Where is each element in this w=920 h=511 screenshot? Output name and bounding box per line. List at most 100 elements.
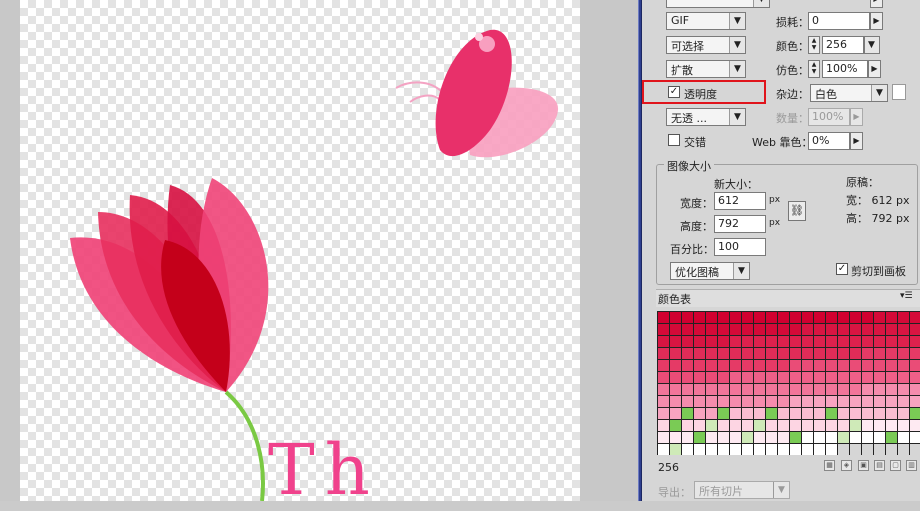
- color-swatch[interactable]: [898, 336, 909, 347]
- map-transparent-icon[interactable]: ▦: [824, 460, 835, 471]
- color-swatch[interactable]: [850, 432, 861, 443]
- color-swatch[interactable]: [862, 348, 873, 359]
- color-swatch[interactable]: [790, 408, 801, 419]
- color-swatch[interactable]: [718, 360, 729, 371]
- color-swatch[interactable]: [910, 432, 920, 443]
- color-swatch[interactable]: [802, 372, 813, 383]
- color-swatch[interactable]: [814, 336, 825, 347]
- color-swatch[interactable]: [874, 348, 885, 359]
- color-swatch[interactable]: [886, 336, 897, 347]
- color-swatch[interactable]: [838, 420, 849, 431]
- web-snap-field[interactable]: 0%: [808, 132, 850, 150]
- preset-menu-button[interactable]: ▶: [870, 0, 883, 8]
- color-swatch[interactable]: [658, 444, 669, 455]
- color-swatch[interactable]: [730, 324, 741, 335]
- height-field[interactable]: 792: [714, 215, 766, 233]
- color-swatch[interactable]: [658, 420, 669, 431]
- color-swatch[interactable]: [910, 396, 920, 407]
- color-swatch[interactable]: [778, 432, 789, 443]
- color-table-menu-icon[interactable]: ▾☰: [900, 291, 913, 301]
- color-swatch[interactable]: [730, 420, 741, 431]
- color-swatch[interactable]: [898, 360, 909, 371]
- transparency-dither-dropdown[interactable]: 无透 ... ▼: [666, 108, 746, 126]
- color-swatch[interactable]: [730, 444, 741, 455]
- color-swatch[interactable]: [778, 312, 789, 323]
- color-swatch[interactable]: [718, 312, 729, 323]
- color-swatch[interactable]: [778, 444, 789, 455]
- color-swatch[interactable]: [766, 360, 777, 371]
- color-swatch[interactable]: [850, 348, 861, 359]
- color-swatch[interactable]: [682, 444, 693, 455]
- color-swatch[interactable]: [766, 384, 777, 395]
- color-swatch[interactable]: [706, 372, 717, 383]
- color-swatch[interactable]: [886, 312, 897, 323]
- color-swatch[interactable]: [814, 348, 825, 359]
- color-swatch[interactable]: [802, 312, 813, 323]
- color-swatch[interactable]: [754, 336, 765, 347]
- width-field[interactable]: 612: [714, 192, 766, 210]
- color-swatch[interactable]: [658, 432, 669, 443]
- color-swatch[interactable]: [670, 348, 681, 359]
- color-swatch[interactable]: [778, 420, 789, 431]
- color-swatch[interactable]: [802, 324, 813, 335]
- color-swatch[interactable]: [862, 444, 873, 455]
- color-swatch[interactable]: [730, 312, 741, 323]
- color-swatch[interactable]: [850, 444, 861, 455]
- color-swatch[interactable]: [754, 384, 765, 395]
- constrain-proportions-link-icon[interactable]: ⛓: [788, 201, 806, 221]
- color-swatch[interactable]: [910, 372, 920, 383]
- color-swatch[interactable]: [826, 408, 837, 419]
- color-swatch[interactable]: [658, 360, 669, 371]
- color-swatch[interactable]: [682, 432, 693, 443]
- color-swatch[interactable]: [814, 432, 825, 443]
- color-swatch[interactable]: [898, 324, 909, 335]
- color-swatch[interactable]: [802, 420, 813, 431]
- color-swatch[interactable]: [670, 444, 681, 455]
- color-swatch[interactable]: [898, 384, 909, 395]
- palette-dropdown[interactable]: 可选择 ▼: [666, 36, 746, 54]
- color-swatch[interactable]: [886, 360, 897, 371]
- color-swatch[interactable]: [862, 384, 873, 395]
- color-swatch[interactable]: [742, 408, 753, 419]
- color-swatch[interactable]: [874, 408, 885, 419]
- color-swatch[interactable]: [814, 360, 825, 371]
- color-swatch[interactable]: [766, 408, 777, 419]
- color-swatch[interactable]: [778, 384, 789, 395]
- color-swatch[interactable]: [766, 324, 777, 335]
- color-swatch[interactable]: [706, 444, 717, 455]
- transparency-checkbox[interactable]: ✓: [668, 86, 680, 98]
- color-swatch[interactable]: [682, 384, 693, 395]
- color-swatch[interactable]: [910, 336, 920, 347]
- color-swatch[interactable]: [862, 408, 873, 419]
- color-swatch[interactable]: [754, 408, 765, 419]
- interlaced-checkbox[interactable]: [668, 134, 680, 146]
- color-swatch[interactable]: [754, 324, 765, 335]
- color-swatch[interactable]: [814, 396, 825, 407]
- color-swatch[interactable]: [790, 420, 801, 431]
- color-swatch[interactable]: [814, 408, 825, 419]
- color-swatch[interactable]: [730, 384, 741, 395]
- color-swatch[interactable]: [790, 372, 801, 383]
- color-swatch[interactable]: [682, 408, 693, 419]
- color-swatch[interactable]: [898, 432, 909, 443]
- color-swatch[interactable]: [718, 324, 729, 335]
- color-swatch[interactable]: [850, 360, 861, 371]
- color-swatch[interactable]: [886, 324, 897, 335]
- color-swatch[interactable]: [682, 348, 693, 359]
- color-swatch[interactable]: [898, 420, 909, 431]
- web-snap-slider-button[interactable]: ▶: [850, 132, 863, 150]
- color-swatch[interactable]: [850, 324, 861, 335]
- color-swatch[interactable]: [694, 420, 705, 431]
- color-swatch[interactable]: [790, 360, 801, 371]
- color-swatch[interactable]: [742, 420, 753, 431]
- format-dropdown[interactable]: GIF ▼: [666, 12, 746, 30]
- color-swatch[interactable]: [874, 384, 885, 395]
- color-swatch[interactable]: [682, 312, 693, 323]
- color-swatch[interactable]: [826, 372, 837, 383]
- color-swatch[interactable]: [778, 360, 789, 371]
- color-swatch[interactable]: [718, 372, 729, 383]
- color-swatch[interactable]: [694, 360, 705, 371]
- loss-field[interactable]: 0: [808, 12, 870, 30]
- color-swatch[interactable]: [826, 432, 837, 443]
- color-swatch[interactable]: [730, 396, 741, 407]
